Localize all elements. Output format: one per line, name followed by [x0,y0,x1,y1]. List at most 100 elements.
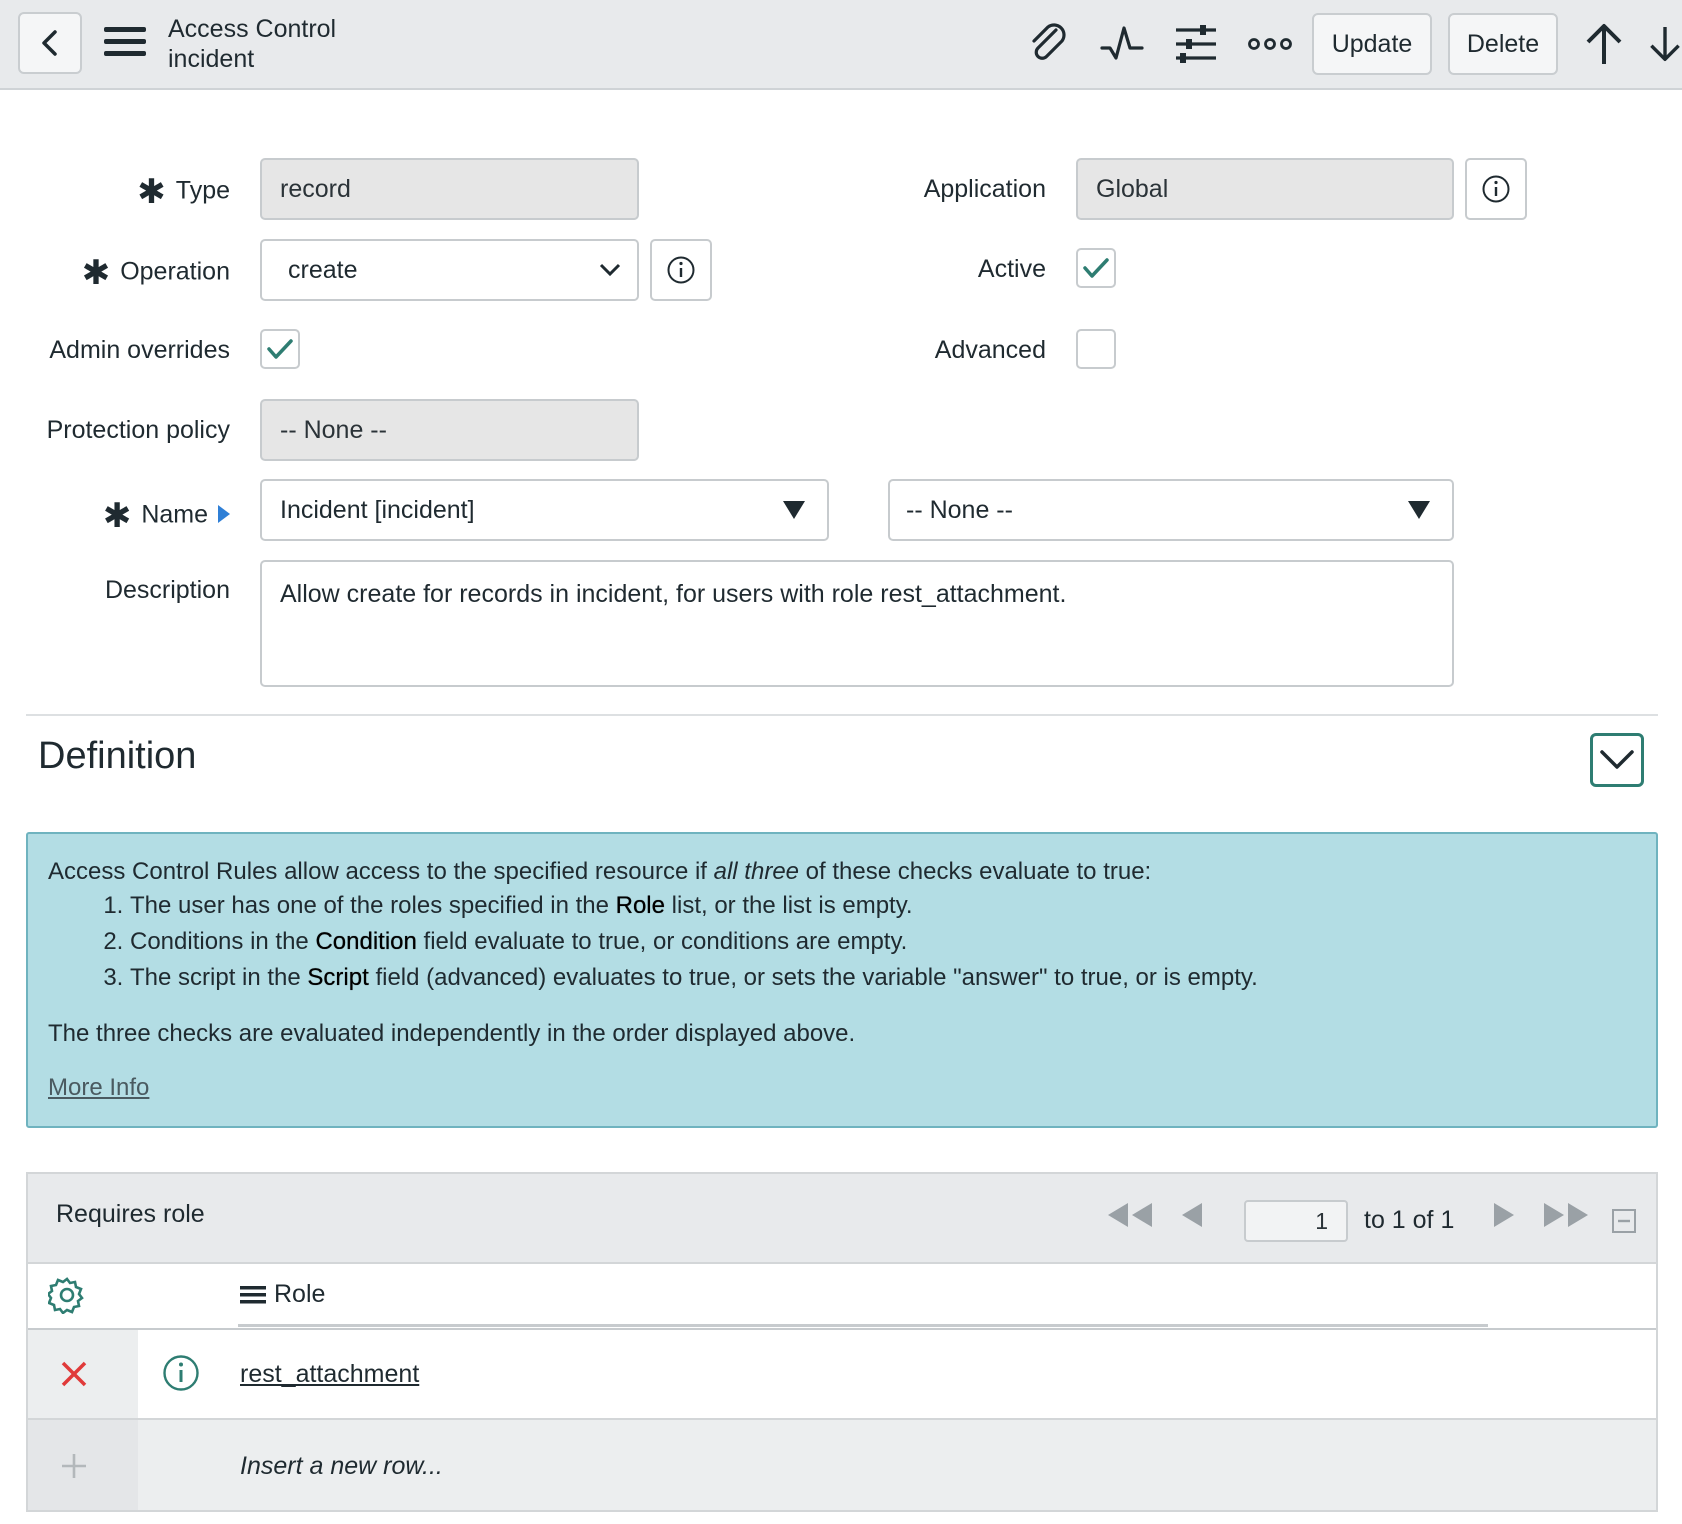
list-item-strong: Script [307,964,369,991]
record-name-title: incident [168,45,255,73]
name-label: ✱ Name [0,496,230,536]
related-list-title: Requires role [56,1200,205,1228]
info-icon [667,256,695,284]
next-record-arrow-down-icon[interactable] [1648,20,1682,68]
operation-select-value: create [288,255,358,284]
requires-role-related-list: Requires role 1 to 1 of 1 Role rest_atta… [26,1172,1658,1512]
protection-policy-label: Protection policy [46,416,230,444]
definition-section-title: Definition [38,735,197,777]
record-title: Access Control incident [168,14,336,74]
name-table-select[interactable]: Incident [incident] [260,479,829,541]
definition-checks-list: The user has one of the roles specified … [90,888,1258,996]
list-item-text: list, or the list is empty. [664,892,913,919]
type-label-text: Type [175,176,230,205]
role-column-header[interactable]: Role [240,1280,325,1309]
intro-text-end: of these checks evaluate to true: [799,858,1152,885]
section-divider [26,714,1658,716]
insert-row[interactable]: Insert a new row... [28,1420,1656,1510]
advanced-checkbox[interactable] [1076,329,1116,369]
list-item-text: field (advanced) evaluates to true, or s… [368,964,1258,991]
page-number-input[interactable]: 1 [1244,1200,1348,1242]
list-item: Conditions in the Condition field evalua… [130,924,1258,960]
list-item-text: field evaluate to true, or conditions ar… [416,928,908,955]
definition-info-box: Access Control Rules allow access to the… [26,832,1658,1128]
checkmark-icon [1083,258,1109,278]
advanced-label: Advanced [934,336,1046,364]
protection-policy-field: -- None -- [260,399,639,461]
last-page-icon[interactable] [1542,1202,1590,1235]
application-info-button[interactable] [1465,158,1527,220]
type-label: ✱ Type [0,172,230,212]
list-item-strong: Condition [315,928,417,955]
admin-overrides-label: Admin overrides [49,336,230,364]
form-header: Access Control incident Update Delete [0,0,1682,90]
role-column-label: Role [274,1280,326,1308]
column-menu-icon[interactable] [240,1284,266,1306]
required-asterisk-icon: ✱ [102,497,132,535]
next-page-icon[interactable] [1492,1202,1516,1235]
first-page-icon[interactable] [1106,1202,1154,1235]
plus-icon[interactable] [60,1452,88,1485]
name-table-select-value: Incident [incident] [280,495,475,524]
table-row: rest_attachment [28,1330,1656,1420]
insert-row-action-cell [28,1420,138,1510]
type-field: record [260,158,639,220]
back-button[interactable] [18,12,82,74]
attachment-paperclip-icon[interactable] [1024,20,1072,68]
application-field: Global [1076,158,1454,220]
insert-row-placeholder[interactable]: Insert a new row... [240,1452,443,1481]
dropdown-triangle-icon [783,501,805,519]
more-options-icon[interactable] [1246,20,1294,68]
name-field-select-value: -- None -- [906,495,1013,524]
intro-emphasis: all three [713,858,800,885]
application-label: Application [923,175,1046,203]
name-label-text: Name [141,500,208,529]
admin-overrides-checkbox[interactable] [260,329,300,369]
intro-text: Access Control Rules allow access to the… [48,858,714,885]
delete-row-x-icon[interactable] [60,1360,88,1393]
previous-page-icon[interactable] [1180,1202,1204,1235]
column-header-row: Role [28,1262,1656,1331]
chevron-down-icon [599,263,621,277]
list-item: The user has one of the roles specified … [130,888,1258,924]
hamburger-menu-icon[interactable] [104,22,148,62]
info-icon [1482,175,1510,203]
chevron-down-icon [1600,750,1634,769]
description-label: Description [104,576,230,604]
operation-info-button[interactable] [650,239,712,301]
role-link[interactable]: rest_attachment [240,1360,419,1389]
record-table-title: Access Control [168,15,337,43]
operation-select[interactable]: create [260,239,639,301]
active-checkbox[interactable] [1076,248,1116,288]
previous-record-arrow-up-icon[interactable] [1580,20,1628,68]
row-info-icon[interactable] [162,1354,200,1397]
active-label: Active [977,255,1046,283]
delete-button[interactable]: Delete [1448,13,1558,75]
collapse-list-icon[interactable] [1612,1208,1636,1240]
dropdown-triangle-icon [1408,501,1430,519]
personalize-form-sliders-icon[interactable] [1172,20,1220,68]
personalize-list-gear-icon[interactable] [46,1276,86,1319]
list-item-text: The script in the [130,964,308,991]
description-textarea[interactable]: Allow create for records in incident, fo… [260,560,1454,687]
operation-label-text: Operation [120,257,230,286]
required-asterisk-icon: ✱ [137,173,166,211]
definition-note: The three checks are evaluated independe… [48,1020,856,1047]
pagination-range-text: to 1 of 1 [1364,1206,1455,1234]
collapse-section-button[interactable] [1590,733,1644,787]
list-item-text: The user has one of the roles specified … [130,892,616,919]
operation-label: ✱ Operation [0,253,230,293]
chevron-left-icon [42,30,57,56]
more-info-link[interactable]: More Info [48,1074,149,1102]
checkmark-icon [267,339,293,359]
list-item-text: Conditions in the [130,928,316,955]
required-asterisk-icon: ✱ [81,254,111,292]
row-action-cell [28,1330,138,1418]
list-item: The script in the Script field (advanced… [130,960,1258,996]
related-list-header: Requires role 1 to 1 of 1 [28,1174,1656,1264]
expand-triangle-icon[interactable] [218,501,230,530]
update-button[interactable]: Update [1312,13,1432,75]
name-field-select[interactable]: -- None -- [888,479,1454,541]
activity-stream-icon[interactable] [1098,20,1146,68]
column-underline [238,1324,1488,1327]
